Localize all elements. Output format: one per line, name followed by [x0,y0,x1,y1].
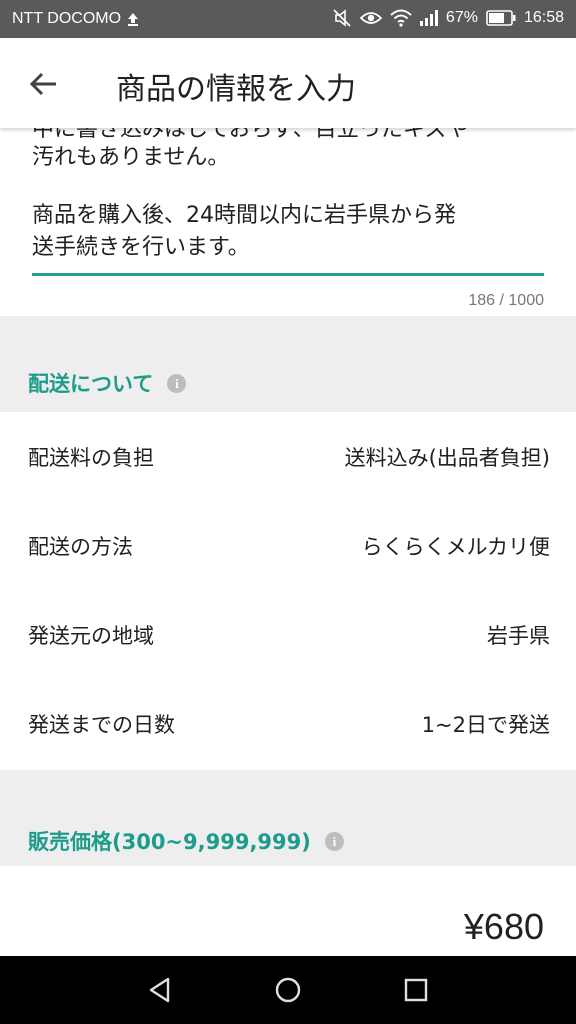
description-paragraph[interactable]: 商品を購入後、24時間以内に岩手県から発 送手続きを行います。 [32,200,552,264]
ship-from-region-row[interactable]: 発送元の地域 岩手県 [0,590,576,679]
form-content[interactable]: 中に書き込みはしておらず、目立ったキズや 汚れもありません。 商品を購入後、24… [0,128,576,956]
row-value: らくらくメルカリ便 [361,535,550,559]
description-line: 汚れもありません。 [32,145,230,170]
description-field-underline [32,273,544,276]
row-value: 岩手県 [487,624,550,648]
row-label: 発送までの日数 [28,713,175,737]
days-to-ship-row[interactable]: 発送までの日数 1~2日で発送 [0,679,576,768]
info-icon[interactable]: i [324,831,344,851]
shipping-method-row[interactable]: 配送の方法 らくらくメルカリ便 [0,501,576,590]
arrow-left-icon[interactable] [28,68,60,100]
wifi-icon [390,9,412,27]
row-label: 配送の方法 [28,535,133,559]
home-circle-icon[interactable] [272,974,304,1006]
info-icon[interactable]: i [167,373,187,393]
row-label: 発送元の地域 [28,624,154,648]
mute-icon [333,9,351,27]
recents-square-icon[interactable] [400,974,432,1006]
page-title: 商品の情報を入力 [116,72,356,107]
row-label: 配送料の負担 [28,446,154,470]
shipping-fee-row[interactable]: 配送料の負担 送料込み(出品者負担) [0,412,576,501]
battery-icon [486,10,516,26]
eye-icon [359,12,382,24]
shipping-section-title: 配送について i [28,368,187,398]
price-section-header: 販売価格(300~9,999,999) i [0,770,576,866]
back-triangle-icon[interactable] [144,974,176,1006]
shipping-title-text: 配送について [28,372,154,396]
price-title-text: 販売価格(300~9,999,999) [28,830,311,854]
row-value: 1~2日で発送 [421,713,550,737]
signal-icon [419,10,438,26]
row-value: 送料込み(出品者負担) [344,446,550,470]
clock: 16:58 [523,9,564,26]
battery-percent: 67% [445,9,478,26]
shipping-section-header: 配送について i [0,316,576,412]
upload-icon [128,13,139,26]
app-bar: 商品の情報を入力 [0,38,576,128]
character-counter: 186 / 1000 [468,292,544,309]
status-bar: NTT DOCOMO 67% 16:58 [0,0,576,38]
carrier-name: NTT DOCOMO [12,10,122,27]
price-section-title: 販売価格(300~9,999,999) i [28,826,344,856]
system-navigation-bar [0,956,576,1024]
price-input[interactable]: ¥680 [464,906,544,948]
